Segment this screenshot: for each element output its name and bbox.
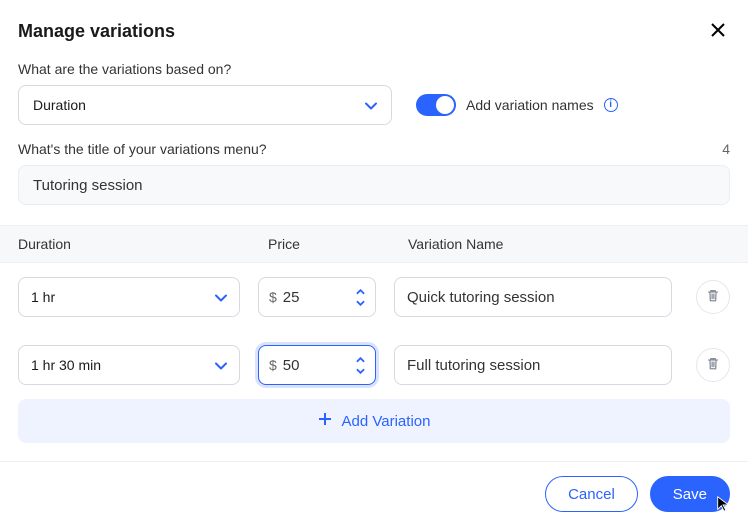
duration-value: 1 hr xyxy=(31,289,55,305)
chevron-down-icon xyxy=(215,289,227,305)
add-variation-label: Add Variation xyxy=(342,413,431,430)
variation-row: 1 hr 30 min $ xyxy=(0,331,748,399)
chevron-down-icon xyxy=(365,97,377,113)
price-input[interactable] xyxy=(283,289,333,306)
price-field[interactable]: $ xyxy=(258,277,376,317)
variation-row: 1 hr $ xyxy=(0,263,748,331)
menu-title-input[interactable] xyxy=(18,165,730,205)
add-variation-names-label: Add variation names xyxy=(466,97,594,113)
cancel-button[interactable]: Cancel xyxy=(545,476,638,512)
duration-select[interactable]: 1 hr xyxy=(18,277,240,317)
stepper-up-icon[interactable] xyxy=(353,355,367,365)
basis-select[interactable]: Duration xyxy=(18,85,392,125)
variation-name-input[interactable] xyxy=(394,277,672,317)
chevron-down-icon xyxy=(215,357,227,373)
col-price: Price xyxy=(268,236,396,252)
stepper-up-icon[interactable] xyxy=(353,287,367,297)
price-stepper xyxy=(353,355,367,376)
stepper-down-icon[interactable] xyxy=(353,298,367,308)
dialog-title: Manage variations xyxy=(18,21,175,42)
info-icon[interactable]: i xyxy=(604,98,618,112)
currency-symbol: $ xyxy=(269,357,277,373)
close-icon xyxy=(710,26,726,41)
price-field[interactable]: $ xyxy=(258,345,376,385)
menu-title-question-label: What's the title of your variations menu… xyxy=(18,141,267,157)
delete-variation-button[interactable] xyxy=(696,280,730,314)
add-variation-button[interactable]: Add Variation xyxy=(18,399,730,443)
price-input[interactable] xyxy=(283,357,333,374)
currency-symbol: $ xyxy=(269,289,277,305)
col-duration: Duration xyxy=(18,236,256,252)
duration-select[interactable]: 1 hr 30 min xyxy=(18,345,240,385)
trash-icon xyxy=(706,356,720,374)
save-button[interactable]: Save xyxy=(650,476,730,512)
col-name: Variation Name xyxy=(408,236,662,252)
close-button[interactable] xyxy=(706,18,730,45)
add-variation-names-toggle[interactable] xyxy=(416,94,456,116)
plus-icon xyxy=(318,412,332,430)
stepper-down-icon[interactable] xyxy=(353,366,367,376)
delete-variation-button[interactable] xyxy=(696,348,730,382)
trash-icon xyxy=(706,288,720,306)
variations-table-header: Duration Price Variation Name xyxy=(0,225,748,263)
basis-select-value: Duration xyxy=(33,97,86,113)
price-stepper xyxy=(353,287,367,308)
menu-title-counter: 4 xyxy=(722,141,730,157)
cursor-icon xyxy=(715,495,733,517)
basis-question-label: What are the variations based on? xyxy=(18,61,730,77)
variation-name-input[interactable] xyxy=(394,345,672,385)
duration-value: 1 hr 30 min xyxy=(31,357,101,373)
